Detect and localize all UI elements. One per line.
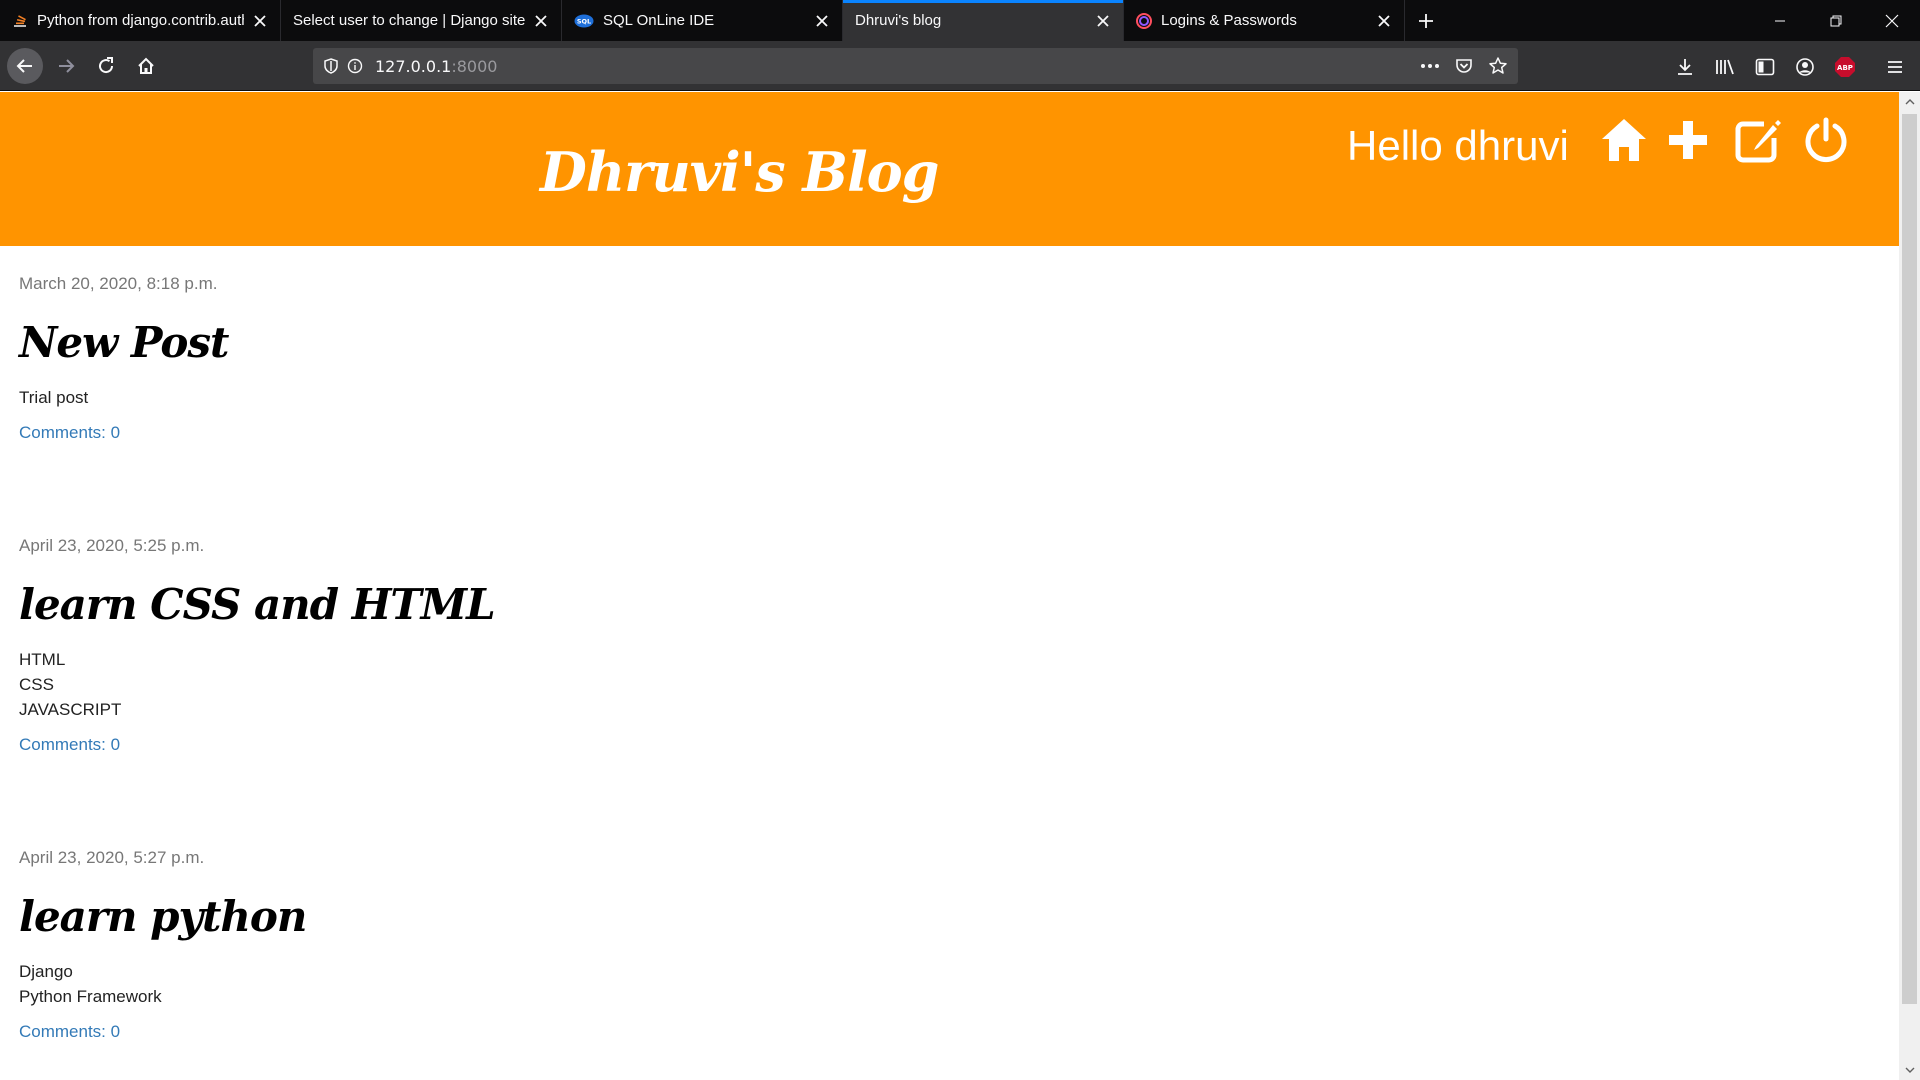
tab-title: Python from django.contrib.auth — [37, 12, 244, 29]
post-body: Django Python Framework — [19, 959, 306, 1009]
comments-link[interactable]: Comments: 0 — [19, 1022, 306, 1042]
stackoverflow-icon — [12, 13, 28, 29]
close-tab-icon[interactable] — [531, 11, 551, 31]
tab-strip: Python from django.contrib.auth Select u… — [0, 0, 1920, 41]
page-scrollbar[interactable] — [1899, 92, 1920, 1080]
plus-icon — [1419, 13, 1433, 28]
downloads-icon[interactable] — [1672, 54, 1698, 80]
sql-icon: SQL — [574, 13, 594, 29]
url-text[interactable]: 127.0.0.1:8000 — [375, 57, 497, 76]
post-body: Trial post — [19, 385, 228, 410]
hamburger-menu-icon[interactable] — [1882, 54, 1908, 80]
site-info-icon[interactable] — [343, 54, 367, 78]
edit-icon — [1735, 120, 1781, 163]
post-body-line: Trial post — [19, 388, 89, 407]
sql-badge-text: SQL — [577, 17, 591, 25]
window-controls — [1752, 0, 1920, 41]
post-item: March 20, 2020, 8:18 p.m. New Post Trial… — [19, 274, 229, 443]
close-window-button[interactable] — [1864, 0, 1920, 41]
post-date: March 20, 2020, 8:18 p.m. — [19, 274, 218, 293]
post-body-line: CSS — [19, 675, 54, 694]
new-tab-button[interactable] — [1405, 0, 1447, 41]
page-actions-icon[interactable] — [1418, 54, 1442, 78]
pocket-icon[interactable] — [1452, 54, 1476, 78]
tab-dhruvis-blog[interactable]: Dhruvi's blog — [843, 0, 1124, 41]
address-bar[interactable]: 127.0.0.1:8000 — [313, 48, 1518, 84]
home-link[interactable] — [1600, 116, 1648, 164]
scroll-down-arrow-icon[interactable] — [1899, 1060, 1920, 1080]
sidebar-icon[interactable] — [1752, 54, 1778, 80]
comments-link[interactable]: Comments: 0 — [19, 735, 495, 755]
user-greeting: Hello dhruvi — [1347, 122, 1569, 169]
logout-link[interactable] — [1802, 116, 1850, 164]
page-viewport: Dhruvi's Blog Hello dhruvi March 20, 202… — [0, 92, 1899, 1080]
post-title-link[interactable]: learn python — [19, 892, 307, 941]
close-tab-icon[interactable] — [1093, 11, 1113, 31]
post-body-line: Python Framework — [19, 987, 162, 1006]
post-body: HTML CSS JAVASCRIPT — [19, 647, 495, 722]
site-brand-link[interactable]: Dhruvi's Blog — [540, 140, 939, 204]
account-icon[interactable] — [1792, 54, 1818, 80]
new-post-link[interactable] — [1664, 116, 1712, 164]
abp-badge-text: ABP — [1837, 64, 1853, 72]
lockwise-icon — [1136, 12, 1152, 29]
tab-title: Select user to change | Django site — [293, 12, 525, 29]
url-port: :8000 — [451, 56, 498, 76]
post-title-link[interactable]: New Post — [19, 318, 229, 367]
close-tab-icon[interactable] — [812, 11, 832, 31]
close-tab-icon[interactable] — [1374, 11, 1394, 31]
tab-sql-online-ide[interactable]: SQL SQL OnLine IDE — [562, 0, 843, 41]
tab-django-select-user[interactable]: Select user to change | Django site — [281, 0, 562, 41]
post-date: April 23, 2020, 5:25 p.m. — [19, 536, 205, 555]
power-icon — [1805, 117, 1847, 163]
home-button[interactable] — [128, 48, 164, 84]
tab-title: Logins & Passwords — [1161, 12, 1297, 29]
bookmark-star-icon[interactable] — [1486, 54, 1510, 78]
arrow-right-icon — [59, 59, 75, 73]
reload-button[interactable] — [88, 48, 124, 84]
site-header: Dhruvi's Blog Hello dhruvi — [0, 92, 1899, 246]
forward-button[interactable] — [48, 48, 84, 84]
restore-button[interactable] — [1808, 0, 1864, 41]
tab-python-django-auth[interactable]: Python from django.contrib.auth — [0, 0, 281, 41]
close-tab-icon[interactable] — [250, 11, 270, 31]
navigation-toolbar: 127.0.0.1:8000 ABP — [0, 41, 1920, 91]
post-date: April 23, 2020, 5:27 p.m. — [19, 848, 205, 867]
home-icon — [138, 57, 154, 74]
post-item: April 23, 2020, 5:27 p.m. learn python D… — [19, 848, 307, 1042]
post-body-line: Django — [19, 962, 73, 981]
post-title-link[interactable]: learn CSS and HTML — [19, 580, 496, 629]
post-item: April 23, 2020, 5:25 p.m. learn CSS and … — [19, 536, 496, 755]
adblock-plus-icon[interactable]: ABP — [1832, 54, 1858, 80]
library-icon[interactable] — [1712, 54, 1738, 80]
back-button[interactable] — [7, 48, 43, 84]
comments-link[interactable]: Comments: 0 — [19, 423, 228, 443]
tab-title: Dhruvi's blog — [855, 12, 942, 29]
scrollbar-thumb[interactable] — [1902, 114, 1917, 1004]
minimize-button[interactable] — [1752, 0, 1808, 41]
home-icon — [1602, 119, 1646, 161]
tab-title: SQL OnLine IDE — [603, 12, 715, 29]
url-host: 127.0.0.1 — [375, 56, 452, 76]
tab-logins-passwords[interactable]: Logins & Passwords — [1124, 0, 1405, 41]
tracking-shield-icon[interactable] — [319, 54, 343, 78]
post-body-line: JAVASCRIPT — [19, 700, 122, 719]
plus-icon — [1669, 121, 1707, 159]
reload-icon — [99, 57, 114, 74]
drafts-link[interactable] — [1734, 116, 1782, 164]
post-body-line: HTML — [19, 650, 66, 669]
arrow-left-icon — [16, 59, 32, 73]
scroll-up-arrow-icon[interactable] — [1899, 92, 1920, 112]
